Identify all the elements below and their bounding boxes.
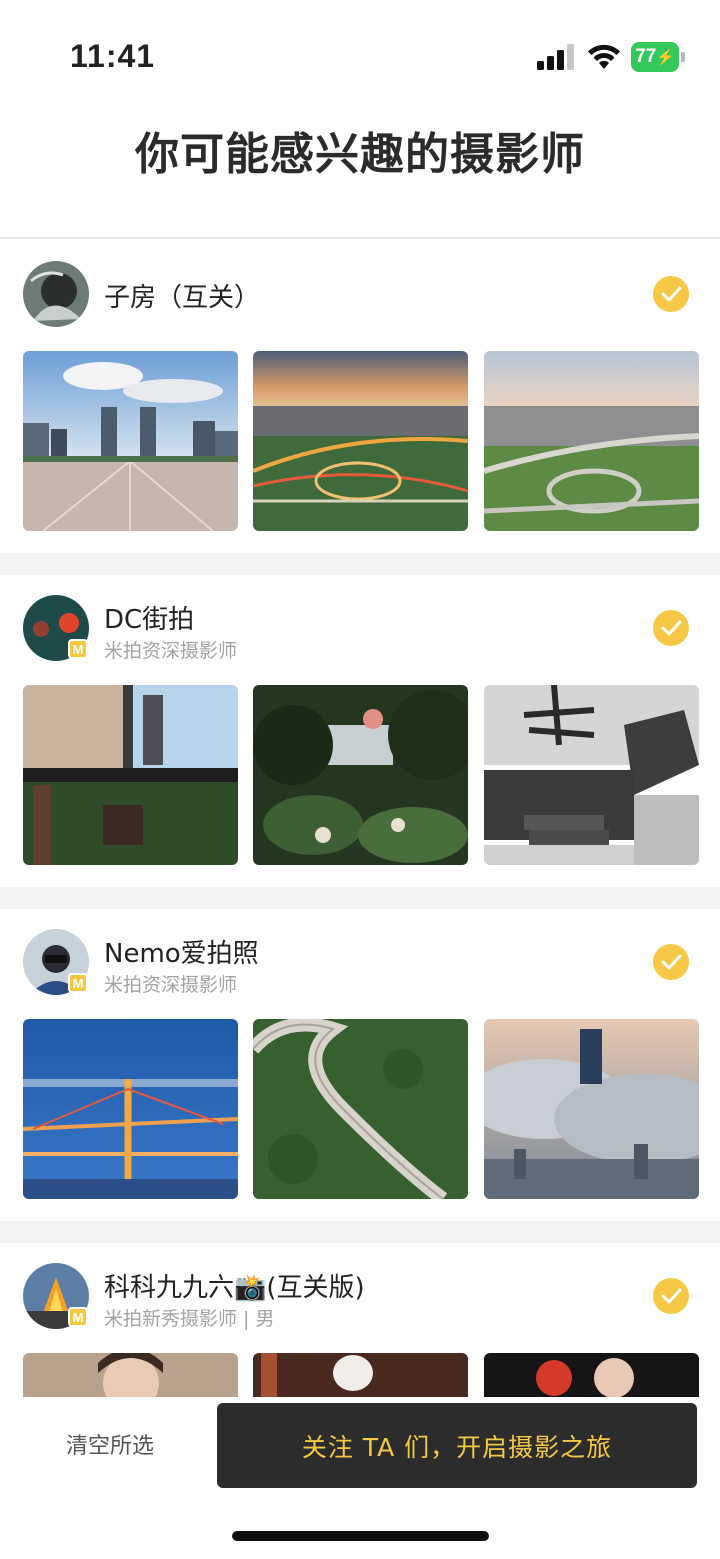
photographer-name[interactable]: 科科九九六📸(互关版) [104, 1267, 365, 1304]
clear-selection-button[interactable]: 清空所选 [40, 1427, 180, 1467]
photographer-name[interactable]: Nemo爱拍照 [104, 933, 259, 970]
photo-thumbnail[interactable] [23, 351, 238, 531]
verified-badge-icon: M [68, 1307, 88, 1327]
wifi-icon [588, 44, 620, 69]
photographer-card: M Nemo爱拍照 米拍资深摄影师 [0, 909, 720, 1221]
selected-check-icon[interactable] [653, 944, 689, 980]
follow-all-button[interactable]: 关注 TA 们，开启摄影之旅 [217, 1403, 697, 1488]
photo-thumbnail[interactable] [253, 685, 468, 865]
photographer-card: 子房（互关） [0, 239, 720, 553]
selected-check-icon[interactable] [653, 1278, 689, 1314]
photographer-subtitle: 米拍资深摄影师 [104, 640, 238, 662]
photographer-subtitle: 米拍资深摄影师 [104, 974, 238, 996]
battery-level: 77 ⚡ [631, 42, 679, 72]
verified-badge-icon: M [68, 639, 88, 659]
section-gap [0, 887, 720, 909]
photo-thumbnail[interactable] [23, 1353, 238, 1397]
photo-thumbnail[interactable] [23, 1019, 238, 1199]
photo-thumbnail[interactable] [484, 351, 699, 531]
photo-thumbnail[interactable] [484, 685, 699, 865]
section-gap [0, 553, 720, 575]
battery-icon: 77 ⚡ [631, 42, 685, 72]
home-indicator[interactable] [232, 1531, 489, 1541]
bottom-action-bar: 清空所选 关注 TA 们，开启摄影之旅 [0, 1397, 720, 1559]
photo-thumbnail[interactable] [23, 685, 238, 865]
status-time: 11:41 [70, 38, 156, 74]
status-bar: 11:41 77 ⚡ [0, 0, 720, 110]
photo-thumbnail[interactable] [484, 1019, 699, 1199]
photographer-subtitle: 米拍新秀摄影师 | 男 [104, 1308, 275, 1330]
photographer-card: M 科科九九六📸(互关版) 米拍新秀摄影师 | 男 [0, 1243, 720, 1397]
selected-check-icon[interactable] [653, 276, 689, 312]
photographer-card: M DC街拍 米拍资深摄影师 [0, 575, 720, 887]
photo-thumbnail[interactable] [253, 1353, 468, 1397]
photo-thumbnail[interactable] [253, 1019, 468, 1199]
section-gap [0, 1221, 720, 1243]
avatar[interactable] [23, 261, 89, 327]
photo-thumbnail[interactable] [253, 351, 468, 531]
photographer-name[interactable]: DC街拍 [104, 599, 194, 636]
verified-badge-icon: M [68, 973, 88, 993]
photographer-name[interactable]: 子房（互关） [104, 277, 260, 314]
selected-check-icon[interactable] [653, 610, 689, 646]
page-title: 你可能感兴趣的摄影师 [135, 129, 585, 180]
cellular-signal-icon [537, 44, 574, 70]
photo-thumbnail[interactable] [484, 1353, 699, 1397]
